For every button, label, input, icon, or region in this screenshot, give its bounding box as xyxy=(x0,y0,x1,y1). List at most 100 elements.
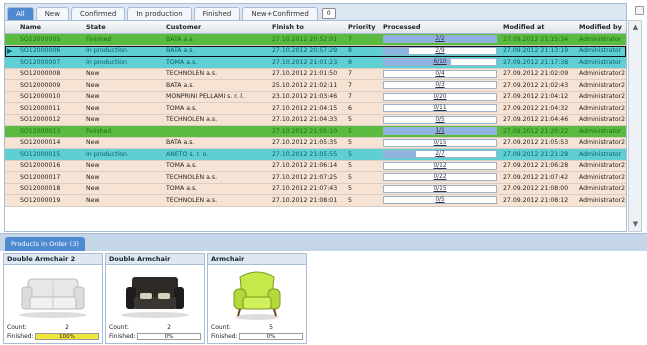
cell-state: New xyxy=(86,173,100,181)
cell-priority: 7 xyxy=(348,35,352,43)
tab-count-badge[interactable]: 0 xyxy=(321,8,336,19)
processed-link[interactable]: 2/9 xyxy=(384,48,496,55)
grid-scrollbar[interactable]: ▲ ▼ xyxy=(628,20,642,232)
cell-name: SO12000013 xyxy=(20,127,61,135)
processed-link[interactable]: 0/15 xyxy=(384,140,496,147)
cell-processed: 2/2 xyxy=(380,35,500,44)
processed-link[interactable]: 0/5 xyxy=(384,197,496,204)
column-header-finish-to[interactable]: Finish to xyxy=(269,23,345,31)
cell-modified-by: Administrator2 xyxy=(579,104,626,112)
processed-progress-bar: 2/7 xyxy=(383,150,497,159)
tab-new[interactable]: New xyxy=(35,7,69,20)
count-label: Count: xyxy=(7,324,27,331)
product-card[interactable]: Double Armchair Count: 2 Finished: 0% xyxy=(105,253,205,344)
column-header-modified-at[interactable]: Modified at xyxy=(500,23,576,31)
processed-link[interactable]: 1/1 xyxy=(384,128,496,135)
cell-finish-to: 27.10.2012 21:04:15 xyxy=(272,104,338,112)
cell-priority: 7 xyxy=(348,70,352,78)
cell-finish-to: 25.10.2012 21:02:11 xyxy=(272,81,338,89)
column-header-priority[interactable]: Priority xyxy=(345,23,380,31)
processed-link[interactable]: 2/7 xyxy=(384,151,496,158)
table-row[interactable]: SO12000009 New BATA a.s. 25.10.2012 21:02:1… xyxy=(5,80,626,92)
tab-finished[interactable]: Finished xyxy=(193,7,241,20)
column-header-name[interactable]: Name xyxy=(17,23,83,31)
table-row[interactable]: SO12000019 New TECHNOLEN a.s. 27.10.2012 21… xyxy=(5,195,626,207)
cell-modified-at: 27.09.2012 21:17:38 xyxy=(503,58,569,66)
cell-customer: TECHNOLEN a.s. xyxy=(166,116,218,124)
table-row[interactable]: SO12000011 New TOMA a.s. 27.10.2012 21:04:1… xyxy=(5,103,626,115)
count-label: Count: xyxy=(211,324,231,331)
finished-progress-bar: 100% xyxy=(35,333,99,340)
table-row[interactable]: SO12000007 In production TOMA a.s. 27.10.20… xyxy=(5,57,626,69)
processed-link[interactable]: 2/2 xyxy=(384,36,496,43)
tab-confirmed[interactable]: Confirmed xyxy=(70,7,126,20)
cell-customer: TOMA a.s. xyxy=(166,162,198,170)
finished-percent: 0% xyxy=(266,334,276,340)
product-card[interactable]: Double Armchair 2 Count: 2 Finished: 100% xyxy=(3,253,103,344)
cell-name: SO12000015 xyxy=(20,150,61,158)
settings-icon[interactable] xyxy=(635,6,644,15)
filter-tab-bar: All New Confirmed In production Finished… xyxy=(4,3,627,20)
processed-link[interactable]: 0/4 xyxy=(384,71,496,78)
table-row[interactable]: SO12000016 New TOMA a.s. 27.10.2012 21:06:1… xyxy=(5,160,626,172)
cell-modified-by: Administrator xyxy=(579,150,622,158)
cell-state: New xyxy=(86,116,100,124)
finished-percent: 0% xyxy=(164,334,174,340)
table-row[interactable]: SO12000008 New TECHNOLEN a.s. 27.10.2012 21… xyxy=(5,68,626,80)
cell-finish-to: 27.10.2012 21:05:10 xyxy=(272,127,338,135)
processed-link[interactable]: 0/22 xyxy=(384,174,496,181)
processed-link[interactable]: 0/20 xyxy=(384,94,496,101)
table-row[interactable]: SO12000013 Finished 27.10.2012 21:05:10 5 1/… xyxy=(5,126,626,138)
processed-progress-bar: 6/10 xyxy=(383,58,497,67)
scroll-up-icon[interactable]: ▲ xyxy=(631,23,640,32)
cell-finish-to: 27.10.2012 21:01:23 xyxy=(272,58,338,66)
tab-new-confirmed[interactable]: New+Confirmed xyxy=(242,7,318,20)
table-row[interactable]: SO12000012 New TECHNOLEN a.s. 27.10.2012 21… xyxy=(5,114,626,126)
tab-in-production[interactable]: In production xyxy=(127,7,192,20)
table-row[interactable]: ▶ SO12000006 In production BATA a.s. 27.10.2… xyxy=(5,45,626,57)
cell-processed: 0/4 xyxy=(380,69,500,78)
tab-all[interactable]: All xyxy=(7,7,34,20)
processed-link[interactable]: 0/3 xyxy=(384,82,496,89)
product-card[interactable]: Armchair Count: 5 Finished: 0% xyxy=(207,253,307,344)
cell-finish-to: 27.10.2012 21:01:50 xyxy=(272,70,338,78)
cell-modified-by: Administrator xyxy=(579,35,622,43)
count-row: Count: 5 xyxy=(211,323,303,332)
product-card-title: Double Armchair 2 xyxy=(4,254,102,265)
processed-link[interactable]: 6/10 xyxy=(384,59,496,66)
cell-modified-by: Administrator2 xyxy=(579,196,626,204)
cell-name: SO12000010 xyxy=(20,93,61,101)
cell-processed: 0/22 xyxy=(380,173,500,182)
processed-link[interactable]: 0/11 xyxy=(384,105,496,112)
table-row[interactable]: SO12000010 New MONPRINI PELLAMI s. r. l. 23… xyxy=(5,91,626,103)
count-value: 2 xyxy=(65,324,69,331)
processed-progress-bar: 1/1 xyxy=(383,127,497,136)
column-header-state[interactable]: State xyxy=(83,23,163,31)
white-sofa-image xyxy=(6,267,100,321)
table-row[interactable]: SO12000017 New TECHNOLEN a.s. 27.10.2012 21… xyxy=(5,172,626,184)
cell-priority: 5 xyxy=(348,173,352,181)
table-row[interactable]: SO12000014 New BATA a.s. 27.10.2012 21:05:3… xyxy=(5,137,626,149)
count-label: Count: xyxy=(109,324,129,331)
column-header-processed[interactable]: Processed xyxy=(380,23,500,31)
cell-modified-by: Administrator2 xyxy=(579,162,626,170)
tab-products-in-order[interactable]: Products in Order (3) xyxy=(5,237,85,251)
processed-link[interactable]: 0/15 xyxy=(384,186,496,193)
processed-progress-bar: 0/15 xyxy=(383,184,497,193)
finished-percent: 100% xyxy=(59,334,75,340)
cell-finish-to: 27.10.2012 20:52:01 xyxy=(272,35,338,43)
processed-link[interactable]: 0/5 xyxy=(384,117,496,124)
table-row[interactable]: SO12000018 New TOMA a.s. 27.10.2012 21:07:4… xyxy=(5,183,626,195)
cell-modified-at: 27.09.2012 21:08:12 xyxy=(503,196,569,204)
product-card-title: Double Armchair xyxy=(106,254,204,265)
column-header-modified-by[interactable]: Modified by xyxy=(576,23,626,31)
orders-grid: Name State Customer Finish to Priority P… xyxy=(4,20,627,232)
column-header-customer[interactable]: Customer xyxy=(163,23,269,31)
cell-priority: 5 xyxy=(348,185,352,193)
scroll-down-icon[interactable]: ▼ xyxy=(631,220,640,229)
cell-processed: 0/20 xyxy=(380,92,500,101)
processed-link[interactable]: 0/12 xyxy=(384,163,496,170)
product-card-meta: Count: 2 Finished: 0% xyxy=(109,323,201,341)
table-row[interactable]: SO12000015 In production ANETO s. r. o. 27.… xyxy=(5,149,626,161)
table-row[interactable]: SO12000005 Finished BATA a.s. 27.10.2012 20… xyxy=(5,34,626,46)
